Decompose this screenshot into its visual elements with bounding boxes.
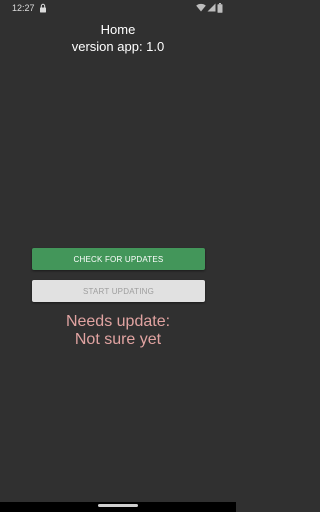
home-handle[interactable] [98, 504, 138, 507]
start-updating-button[interactable]: START UPDATING [32, 280, 205, 302]
update-status-value: Not sure yet [74, 331, 162, 348]
status-time: 12:27 [12, 3, 35, 13]
version-label: version app: 1.0 [71, 39, 165, 54]
wifi-icon [196, 3, 206, 12]
signal-icon [207, 3, 216, 12]
status-bar: 12:27 [0, 0, 236, 16]
lock-icon [40, 3, 46, 13]
battery-icon [217, 3, 223, 13]
update-status-label: Needs update: [65, 313, 171, 330]
page-title: Home [100, 22, 136, 37]
check-for-updates-button[interactable]: CHECK FOR UPDATES [32, 248, 205, 270]
